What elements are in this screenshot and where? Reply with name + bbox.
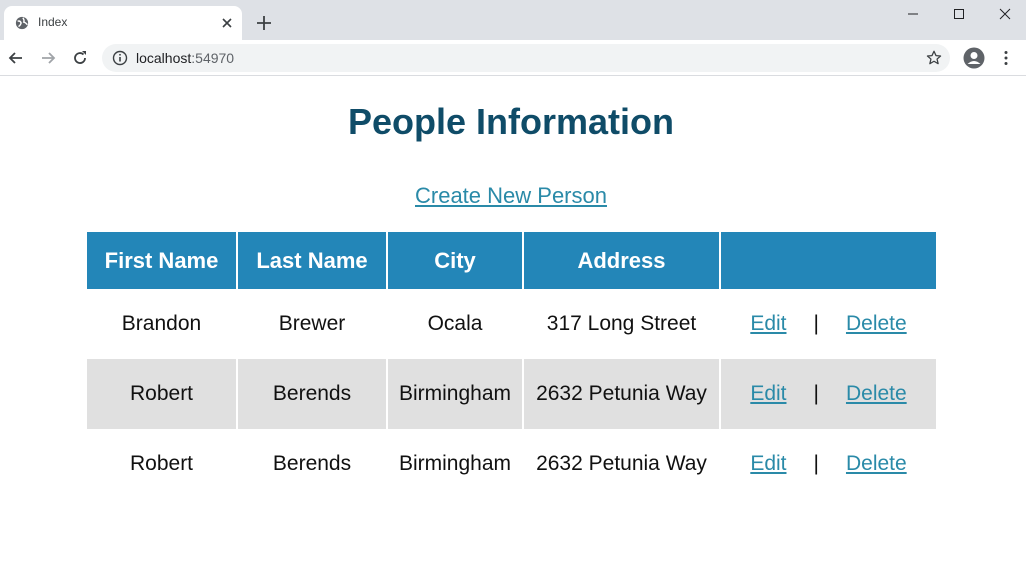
cell-address: 317 Long Street	[523, 289, 721, 359]
new-tab-icon[interactable]	[254, 13, 274, 33]
row-actions: Edit | Delete	[721, 452, 936, 476]
header-city: City	[387, 232, 524, 289]
create-new-person-link[interactable]: Create New Person	[415, 183, 607, 208]
action-separator: |	[813, 382, 819, 405]
row-actions: Edit | Delete	[721, 382, 936, 406]
url-text[interactable]: localhost:54970	[136, 50, 234, 66]
action-separator: |	[813, 312, 819, 335]
cell-address: 2632 Petunia Way	[523, 429, 721, 499]
cell-first-name: Brandon	[87, 289, 238, 359]
delete-link[interactable]: Delete	[846, 452, 907, 476]
edit-link[interactable]: Edit	[750, 312, 786, 336]
cell-last-name: Berends	[237, 429, 388, 499]
globe-icon	[15, 16, 29, 30]
page-title: People Information	[347, 101, 675, 142]
profile-avatar-icon[interactable]	[963, 47, 985, 69]
cell-actions: Edit | Delete	[720, 359, 936, 429]
page-content: People Information Create New Person Fir…	[0, 77, 1026, 585]
table-header-row: First Name Last Name City Address	[87, 232, 936, 289]
people-table: First Name Last Name City Address Brando…	[87, 232, 936, 499]
cell-city: Birmingham	[387, 359, 524, 429]
close-icon	[999, 8, 1011, 20]
header-first-name: First Name	[87, 232, 238, 289]
back-arrow-icon[interactable]	[6, 48, 26, 68]
cell-city: Ocala	[387, 289, 524, 359]
forward-arrow-icon[interactable]	[38, 48, 58, 68]
tab-title: Index	[38, 15, 68, 29]
info-icon[interactable]	[112, 50, 128, 66]
browser-tab[interactable]: Index	[4, 6, 242, 40]
minimize-icon	[908, 13, 918, 15]
create-link-container: Create New Person	[0, 183, 1022, 209]
row-actions: Edit | Delete	[721, 312, 936, 336]
menu-kebab-icon[interactable]	[996, 48, 1016, 68]
header-actions	[720, 232, 936, 289]
close-tab-icon[interactable]	[219, 15, 235, 31]
table-row: Robert Berends Birmingham 2632 Petunia W…	[87, 429, 936, 499]
delete-link[interactable]: Delete	[846, 382, 907, 406]
delete-link[interactable]: Delete	[846, 312, 907, 336]
reload-icon[interactable]	[70, 48, 90, 68]
header-address: Address	[523, 232, 721, 289]
edit-link[interactable]: Edit	[750, 382, 786, 406]
header-last-name: Last Name	[237, 232, 388, 289]
url-port: :54970	[191, 50, 235, 66]
cell-address: 2632 Petunia Way	[523, 359, 721, 429]
edit-link[interactable]: Edit	[750, 452, 786, 476]
cell-actions: Edit | Delete	[720, 429, 936, 499]
cell-last-name: Brewer	[237, 289, 388, 359]
maximize-icon	[954, 9, 964, 19]
browser-toolbar: localhost:54970	[0, 40, 1026, 76]
cell-actions: Edit | Delete	[720, 289, 936, 359]
bookmark-star-icon[interactable]	[925, 49, 943, 67]
cell-city: Birmingham	[387, 429, 524, 499]
address-bar[interactable]: localhost:54970	[102, 44, 950, 72]
cell-first-name: Robert	[87, 359, 238, 429]
table-row: Brandon Brewer Ocala 317 Long Street Edi…	[87, 289, 936, 359]
table-row: Robert Berends Birmingham 2632 Petunia W…	[87, 359, 936, 429]
maximize-button[interactable]	[936, 0, 982, 28]
close-window-button[interactable]	[982, 0, 1026, 28]
minimize-button[interactable]	[890, 0, 936, 28]
action-separator: |	[813, 452, 819, 475]
cell-first-name: Robert	[87, 429, 238, 499]
tab-strip: Index	[0, 0, 1026, 40]
cell-last-name: Berends	[237, 359, 388, 429]
url-host: localhost	[136, 50, 192, 66]
